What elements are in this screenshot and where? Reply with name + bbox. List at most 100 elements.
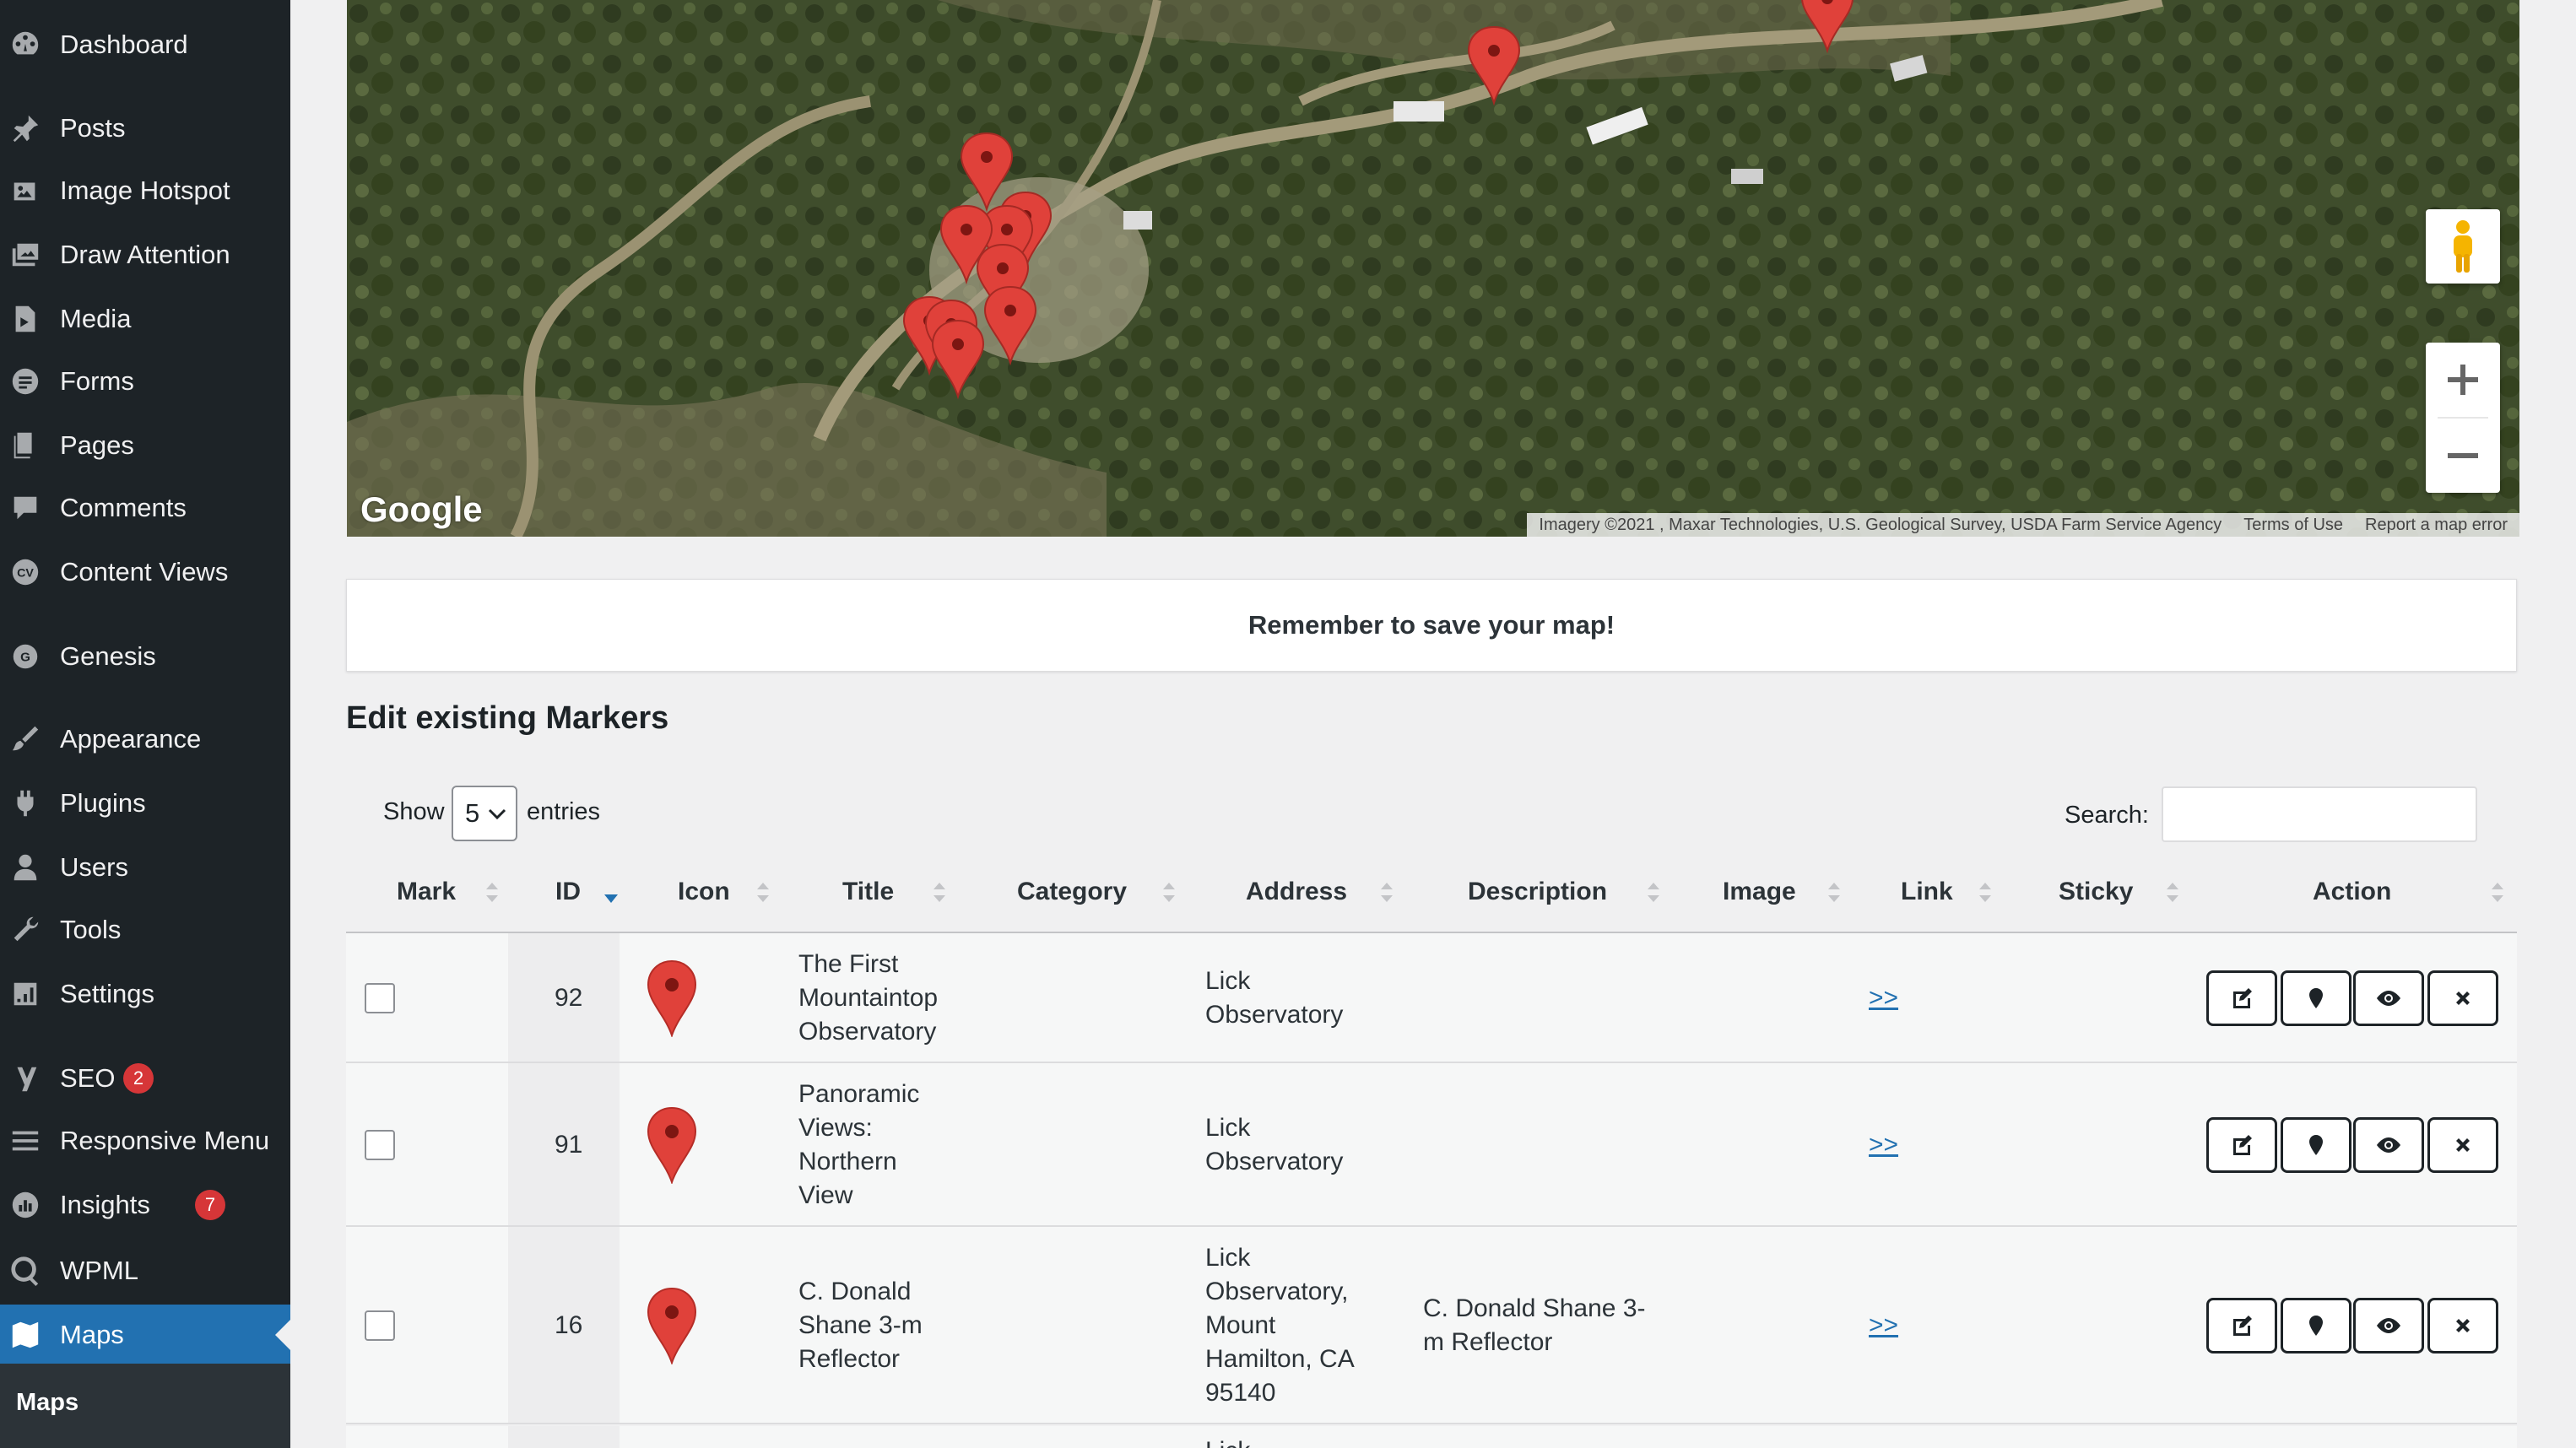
sidebar-item-forms[interactable]: Forms bbox=[0, 351, 290, 412]
sidebar-item-users[interactable]: Users bbox=[0, 837, 290, 898]
sort-icon[interactable] bbox=[1826, 879, 1842, 906]
edit-icon bbox=[2233, 1135, 2252, 1155]
sidebar-item-settings[interactable]: Settings bbox=[0, 964, 290, 1024]
marker-title-line: Mountaintop bbox=[798, 984, 939, 1012]
column-header-title[interactable]: Title bbox=[842, 878, 894, 906]
map-markers[interactable] bbox=[347, 0, 2519, 537]
column-header-id[interactable]: ID bbox=[555, 878, 581, 906]
sort-icon[interactable] bbox=[1646, 879, 1661, 906]
search-input[interactable] bbox=[2162, 786, 2477, 842]
save-reminder-notice: Remember to save your map! bbox=[346, 579, 2517, 672]
delete-button[interactable] bbox=[2427, 970, 2498, 1026]
marker-address-line: Mount bbox=[1205, 1311, 1276, 1339]
delete-button[interactable] bbox=[2427, 1117, 2498, 1173]
column-header-mark[interactable]: Mark bbox=[397, 878, 456, 906]
sidebar-item-image-hotspot[interactable]: Image Hotspot bbox=[0, 160, 290, 221]
sort-icon[interactable] bbox=[484, 879, 500, 906]
column-header-link[interactable]: Link bbox=[1901, 878, 1953, 906]
sidebar-item-responsive-menu[interactable]: Responsive Menu bbox=[0, 1110, 290, 1171]
locate-button[interactable] bbox=[2281, 1117, 2351, 1173]
zoom-out-button[interactable] bbox=[2426, 419, 2500, 493]
column-header-action[interactable]: Action bbox=[2313, 878, 2391, 906]
column-header-sticky[interactable]: Sticky bbox=[2059, 878, 2133, 906]
delete-button[interactable] bbox=[2427, 1298, 2498, 1353]
marker-title: Panoramic Views: Northern View bbox=[798, 1078, 919, 1213]
marker-address: Lick Observatory bbox=[1205, 964, 1343, 1032]
sort-icon[interactable] bbox=[2490, 879, 2505, 906]
dashboard-icon bbox=[8, 28, 42, 62]
sidebar-item-dashboard[interactable]: Dashboard bbox=[0, 14, 290, 75]
sidebar-item-content-views[interactable]: CV Content Views bbox=[0, 542, 290, 602]
column-header-address[interactable]: Address bbox=[1246, 878, 1347, 906]
brush-icon bbox=[8, 722, 42, 756]
sort-icon[interactable] bbox=[1978, 879, 1993, 906]
sort-icon[interactable] bbox=[932, 879, 947, 906]
sort-icon[interactable] bbox=[755, 879, 771, 906]
sidebar-item-label: Maps bbox=[60, 1320, 124, 1349]
column-header-category[interactable]: Category bbox=[1017, 878, 1127, 906]
sidebar-item-comments[interactable]: Comments bbox=[0, 478, 290, 538]
maps-submenu: Maps bbox=[0, 1364, 290, 1448]
locate-button[interactable] bbox=[2281, 1298, 2351, 1353]
sidebar-item-draw-attention[interactable]: Draw Attention bbox=[0, 224, 290, 285]
sort-icon[interactable] bbox=[2165, 879, 2180, 906]
marker-title-line: Panoramic bbox=[798, 1080, 920, 1108]
sidebar-item-seo[interactable]: SEO 2 bbox=[0, 1048, 290, 1109]
sort-icon[interactable] bbox=[1161, 879, 1177, 906]
mark-checkbox[interactable] bbox=[365, 983, 395, 1013]
sidebar-item-pages[interactable]: Pages bbox=[0, 415, 290, 476]
report-error-link[interactable]: Report a map error bbox=[2365, 516, 2508, 535]
sidebar-item-media[interactable]: Media bbox=[0, 289, 290, 349]
google-map[interactable]: Google Imagery ©2021 , Maxar Technologie… bbox=[347, 0, 2519, 537]
marker-address-line: Lick bbox=[1205, 1244, 1251, 1272]
marker-description: C. Donald Shane 3- m Reflector bbox=[1423, 1292, 1646, 1359]
sort-desc-icon[interactable] bbox=[603, 879, 619, 906]
maps-icon bbox=[8, 1318, 42, 1352]
sidebar-item-posts[interactable]: Posts bbox=[0, 98, 290, 159]
edit-button[interactable] bbox=[2206, 1117, 2277, 1173]
sidebar-item-maps[interactable]: Maps bbox=[0, 1305, 290, 1365]
sidebar-item-tools[interactable]: Tools bbox=[0, 900, 290, 960]
images-icon bbox=[8, 238, 42, 272]
sort-icon[interactable] bbox=[1379, 879, 1394, 906]
marker-link[interactable]: >> bbox=[1869, 981, 1898, 1015]
forms-icon bbox=[8, 365, 42, 398]
view-button[interactable] bbox=[2353, 1117, 2424, 1173]
marker-address: Lick Observatory bbox=[1205, 1111, 1343, 1179]
street-view-pegman[interactable] bbox=[2426, 209, 2500, 284]
eye-icon bbox=[2377, 991, 2400, 1006]
marker-link[interactable]: >> bbox=[1869, 1309, 1898, 1343]
zoom-in-button[interactable] bbox=[2426, 343, 2500, 417]
marker-title: C. Donald Shane 3-m Reflector bbox=[798, 1275, 923, 1376]
settings-icon bbox=[8, 977, 42, 1011]
table-row: 91 Panoramic Views: Northern View Lick Observa… bbox=[346, 1063, 2517, 1227]
show-label: Show bbox=[383, 798, 445, 825]
terms-link[interactable]: Terms of Use bbox=[2243, 516, 2343, 535]
sidebar-item-label: Appearance bbox=[60, 724, 202, 754]
sidebar-item-plugins[interactable]: Plugins bbox=[0, 773, 290, 834]
sidebar-item-appearance[interactable]: Appearance bbox=[0, 709, 290, 770]
marker-title-line: View bbox=[798, 1181, 853, 1209]
sidebar-item-wpml[interactable]: WPML bbox=[0, 1240, 290, 1301]
sidebar-item-insights[interactable]: Insights 7 bbox=[0, 1175, 290, 1235]
locate-button[interactable] bbox=[2281, 970, 2351, 1026]
marker-title: The First Mountaintop Observatory bbox=[798, 948, 938, 1049]
view-button[interactable] bbox=[2353, 1298, 2424, 1353]
edit-button[interactable] bbox=[2206, 970, 2277, 1026]
column-header-icon[interactable]: Icon bbox=[678, 878, 730, 906]
edit-button[interactable] bbox=[2206, 1298, 2277, 1353]
column-header-description[interactable]: Description bbox=[1468, 878, 1607, 906]
column-header-image[interactable]: Image bbox=[1723, 878, 1796, 906]
marker-title-line: Northern bbox=[798, 1148, 897, 1175]
marker-link[interactable]: >> bbox=[1869, 1128, 1898, 1162]
admin-sidebar: Dashboard Posts Image Hotspot Draw Attentio… bbox=[0, 0, 290, 1448]
submenu-item-maps[interactable]: Maps bbox=[16, 1389, 78, 1417]
entries-per-page-select[interactable]: 5 bbox=[452, 786, 517, 841]
marker-id: 16 bbox=[555, 1311, 583, 1339]
mark-checkbox[interactable] bbox=[365, 1310, 395, 1341]
sidebar-item-genesis[interactable]: G Genesis bbox=[0, 626, 290, 687]
edit-icon bbox=[2233, 1316, 2252, 1336]
mark-checkbox[interactable] bbox=[365, 1130, 395, 1160]
view-button[interactable] bbox=[2353, 970, 2424, 1026]
marker-address-line: Observatory, bbox=[1205, 1278, 1349, 1305]
